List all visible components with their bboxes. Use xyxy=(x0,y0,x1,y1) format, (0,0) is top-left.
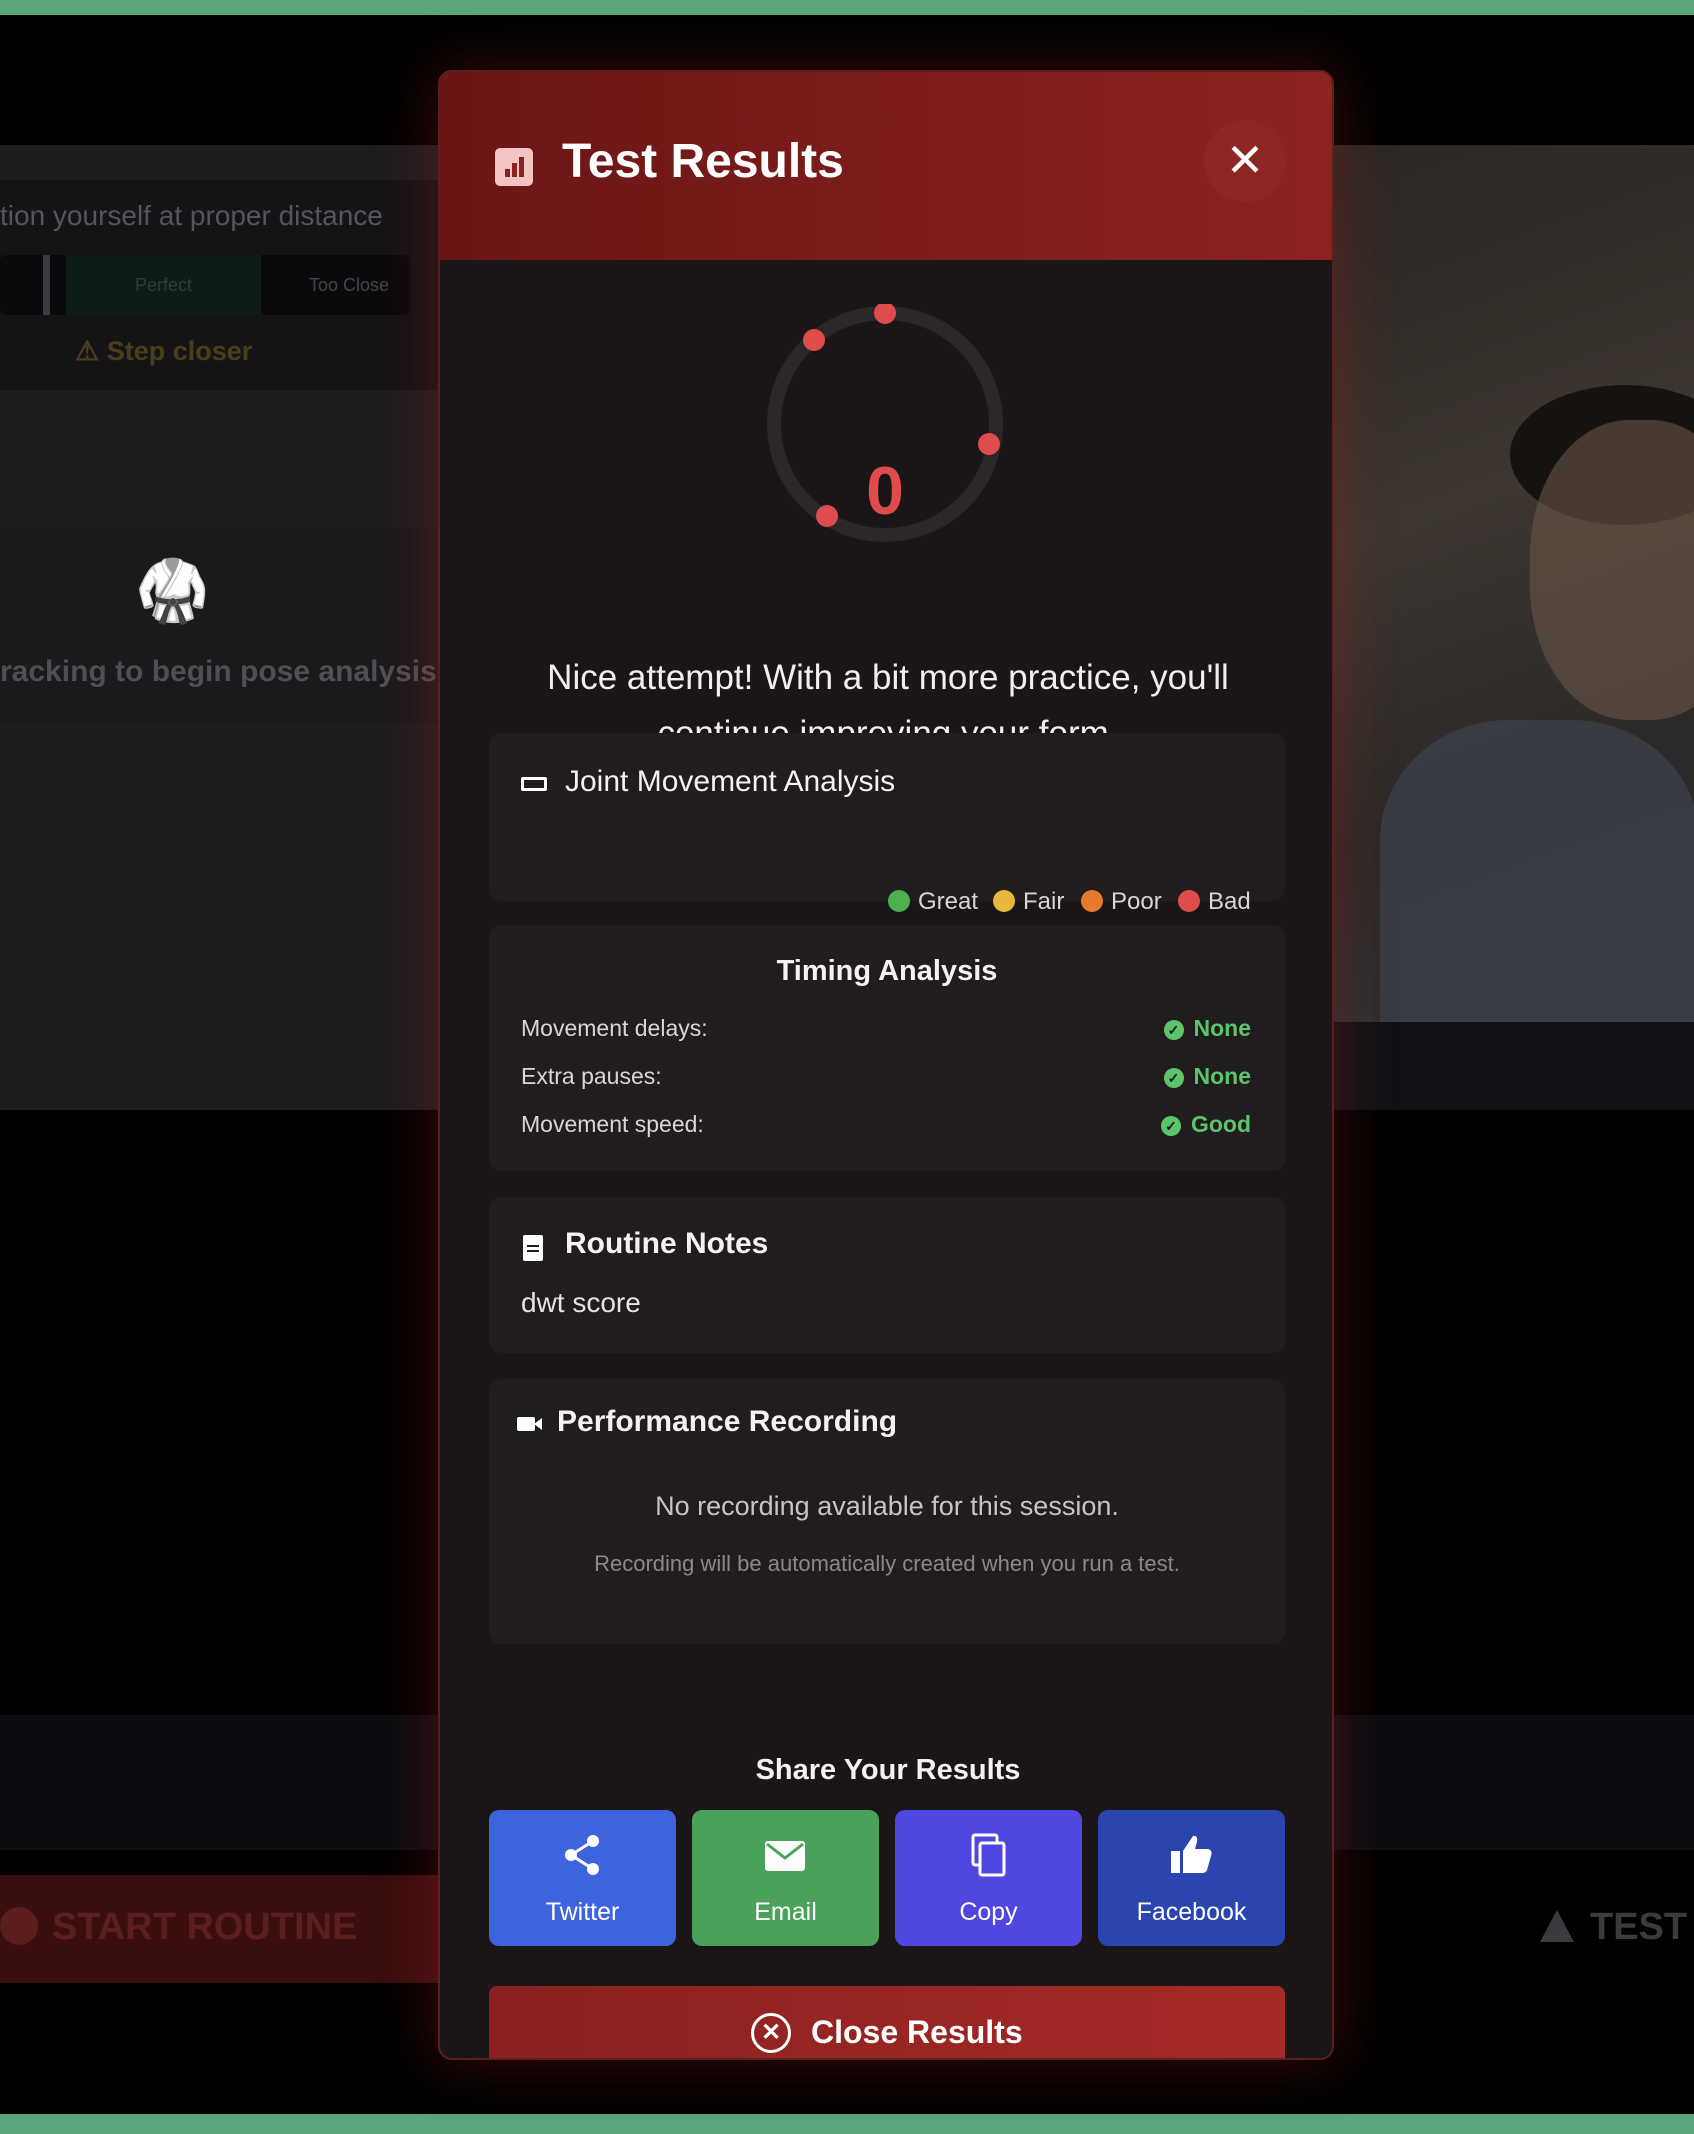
video-camera-icon xyxy=(517,1417,542,1431)
check-circle-icon: ✓ xyxy=(1160,1116,1181,1136)
score-value: 0 xyxy=(866,453,904,529)
legend-fair-dot xyxy=(993,890,1015,912)
timing-analysis-title: Timing Analysis xyxy=(776,955,998,987)
score-ring-dot xyxy=(874,304,896,324)
performance-recording-card: Performance Recording No recording avail… xyxy=(489,1379,1285,1644)
timing-label: Extra pauses: xyxy=(521,1063,662,1089)
check-circle-icon: ✓ xyxy=(1163,1068,1184,1088)
timing-row-delays: Movement delays: ✓ None xyxy=(521,1015,1251,1042)
legend-fair-label: Fair xyxy=(1023,888,1065,915)
timing-analysis-card: Timing Analysis Movement delays: ✓ None E… xyxy=(489,925,1285,1171)
camera-footer xyxy=(1330,1022,1694,1110)
performance-recording-title: Performance Recording xyxy=(557,1405,898,1438)
close-modal-button[interactable]: ✕ xyxy=(1204,120,1286,202)
start-routine-label: START ROUTINE xyxy=(0,1906,357,1949)
recording-hint-text: Recording will be automatically created … xyxy=(594,1551,1180,1576)
timing-row-pauses: Extra pauses: ✓ None xyxy=(521,1063,1251,1090)
legend-great-label: Great xyxy=(918,888,979,915)
legend-bad: Bad xyxy=(1178,888,1251,916)
distance-too-close-zone: Too Close xyxy=(308,275,390,295)
timing-value-text: None xyxy=(1193,1015,1252,1041)
close-circle-icon: ✕ xyxy=(751,2013,791,2053)
timing-value-text: None xyxy=(1193,1063,1252,1089)
modal-header: Test Results ✕ xyxy=(440,72,1332,260)
play-icon xyxy=(0,1907,38,1945)
ruler-icon xyxy=(521,777,547,791)
step-closer-warning: ⚠ Step closer xyxy=(75,336,253,366)
start-routine-text: START ROUTINE xyxy=(52,1906,358,1948)
share-twitter-label: Twitter xyxy=(545,1898,620,1926)
check-circle-icon: ✓ xyxy=(1163,1020,1184,1040)
thumbs-up-icon xyxy=(1171,1835,1212,1873)
share-copy-button[interactable]: Copy xyxy=(895,1810,1082,1946)
legend-bad-label: Bad xyxy=(1208,888,1251,915)
legend-fair: Fair xyxy=(993,888,1064,916)
routine-notes-card: Routine Notes dwt score xyxy=(489,1197,1285,1353)
flask-icon xyxy=(1540,1910,1574,1942)
routine-notes-text: dwt score xyxy=(521,1287,641,1318)
share-copy-label: Copy xyxy=(959,1898,1018,1926)
share-title: Share Your Results xyxy=(755,1754,1021,1786)
joint-legend: Great Fair Poor Bad xyxy=(440,888,1332,920)
close-results-label: Close Results xyxy=(811,2014,1023,2050)
modal-title: Test Results xyxy=(562,135,844,188)
routine-notes-title: Routine Notes xyxy=(565,1227,769,1260)
share-twitter-button[interactable]: Twitter xyxy=(489,1810,676,1946)
distance-perfect-zone: Perfect xyxy=(66,255,261,315)
document-icon xyxy=(523,1235,543,1261)
share-icon xyxy=(565,1835,599,1875)
bottom-accent-bar xyxy=(0,2114,1694,2134)
martial-arts-icon: 🥋 xyxy=(135,557,210,624)
timing-label: Movement delays: xyxy=(521,1015,708,1041)
bar-chart-icon xyxy=(495,148,533,186)
distance-guide-text: tion yourself at proper distance xyxy=(0,200,383,231)
camera-person-face xyxy=(1530,420,1694,720)
score-ring-dot xyxy=(803,329,825,351)
camera-person-shirt xyxy=(1380,720,1694,1022)
joint-movement-title: Joint Movement Analysis xyxy=(565,765,896,798)
joint-movement-card: Joint Movement Analysis xyxy=(489,733,1285,901)
copy-icon xyxy=(971,1833,1006,1877)
legend-poor-label: Poor xyxy=(1111,888,1162,915)
timing-value: ✓ Good xyxy=(1160,1111,1251,1138)
share-facebook-label: Facebook xyxy=(1136,1898,1247,1926)
legend-poor: Poor xyxy=(1081,888,1162,916)
legend-bad-dot xyxy=(1178,890,1200,912)
test-button[interactable]: TEST xyxy=(1540,1906,1687,1949)
share-email-label: Email xyxy=(754,1898,817,1926)
legend-poor-dot xyxy=(1081,890,1103,912)
tracking-prompt: racking to begin pose analysis xyxy=(0,655,437,688)
share-email-button[interactable]: Email xyxy=(692,1810,879,1946)
top-accent-bar xyxy=(0,0,1694,15)
timing-row-speed: Movement speed: ✓ Good xyxy=(521,1111,1251,1138)
close-icon: ✕ xyxy=(1225,134,1265,186)
test-button-label: TEST xyxy=(1590,1906,1688,1948)
close-results-button[interactable]: ✕ Close Results xyxy=(489,1986,1285,2058)
timing-value: ✓ None xyxy=(1163,1063,1252,1090)
distance-meter: Perfect Too Close xyxy=(0,255,410,315)
tracking-panel xyxy=(0,528,440,723)
share-facebook-button[interactable]: Facebook xyxy=(1098,1810,1285,1946)
timing-label: Movement speed: xyxy=(521,1111,704,1137)
test-results-modal: Test Results ✕ 0 Nice attempt! With a bi… xyxy=(438,70,1334,2060)
email-icon xyxy=(765,1841,805,1871)
no-recording-text: No recording available for this session. xyxy=(655,1491,1119,1521)
timing-value: ✓ None xyxy=(1163,1015,1252,1042)
legend-great: Great xyxy=(888,888,978,916)
timing-value-text: Good xyxy=(1190,1111,1251,1137)
distance-marker xyxy=(43,255,50,315)
legend-great-dot xyxy=(888,890,910,912)
